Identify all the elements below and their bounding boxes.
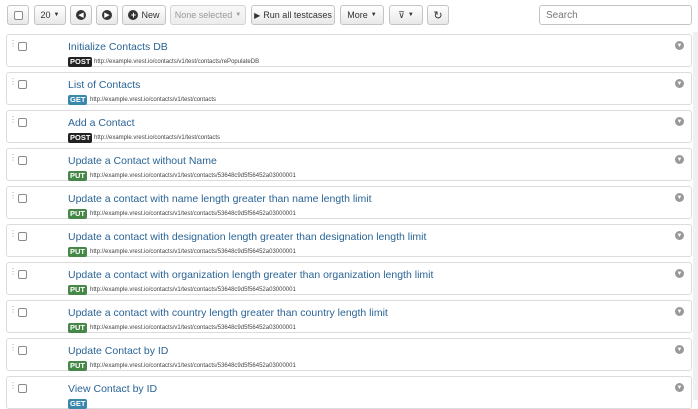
testcase-url: http://example.vrest.io/contacts/v1/test…: [90, 363, 296, 369]
row-checkbox[interactable]: [18, 194, 27, 203]
filter-dropdown[interactable]: ⊽ ▼: [389, 5, 423, 25]
row-checkbox[interactable]: [18, 308, 27, 317]
arrow-down-circle-icon[interactable]: ▼: [675, 193, 684, 202]
checkbox-icon: [13, 10, 23, 20]
selection-dropdown[interactable]: None selected ▼: [170, 5, 246, 25]
method-badge: PUT: [68, 247, 87, 257]
testcase-row[interactable]: ⋮ Update Contact by ID PUT http://example.v…: [6, 338, 692, 371]
drag-handle-icon[interactable]: ⋮: [9, 268, 17, 276]
testcase-url: http://example.vrest.io/contacts/v1/test…: [90, 97, 217, 103]
arrow-right-circle-icon: ▶: [102, 10, 112, 20]
caret-down-icon: ▼: [235, 12, 242, 18]
prev-page-button[interactable]: ◀: [70, 5, 92, 25]
row-checkbox[interactable]: [18, 232, 27, 241]
testcase-title[interactable]: Update a contact with name length greate…: [68, 193, 372, 205]
testcase-url: http://example.vrest.io/contacts/v1/test…: [90, 325, 296, 331]
method-badge: PUT: [68, 285, 87, 295]
run-all-label: Run all testcases: [263, 10, 332, 20]
row-checkbox[interactable]: [18, 80, 27, 89]
select-all-checkbox[interactable]: [7, 5, 29, 25]
drag-handle-icon[interactable]: ⋮: [9, 78, 17, 86]
testcase-row[interactable]: ⋮ Initialize Contacts DB POST http://exampl…: [6, 34, 692, 67]
testcase-title[interactable]: Update a contact with country length gre…: [68, 307, 388, 319]
new-button[interactable]: + New: [122, 5, 166, 25]
caret-down-icon: ▼: [370, 12, 377, 18]
method-badge: GET: [68, 399, 88, 409]
testcase-row[interactable]: ⋮ Update a Contact without Name PUT http://…: [6, 148, 692, 181]
method-badge: POST: [68, 133, 93, 143]
arrow-down-circle-icon[interactable]: ▼: [675, 383, 684, 392]
testcase-url: http://example.vrest.io/contacts/v1/test…: [94, 135, 221, 141]
row-checkbox[interactable]: [18, 346, 27, 355]
scrollbar[interactable]: [693, 32, 698, 400]
testcase-row[interactable]: ⋮ Update a contact with designation lengt…: [6, 224, 692, 257]
more-label: More: [347, 10, 368, 20]
drag-handle-icon[interactable]: ⋮: [9, 382, 17, 390]
page-size-dropdown[interactable]: 20 ▼: [34, 5, 66, 25]
method-badge: PUT: [68, 361, 87, 371]
selection-dropdown-label: None selected: [174, 10, 233, 20]
arrow-down-circle-icon[interactable]: ▼: [675, 231, 684, 240]
drag-handle-icon[interactable]: ⋮: [9, 154, 17, 162]
arrow-down-circle-icon[interactable]: ▼: [675, 79, 684, 88]
testcase-row[interactable]: ⋮ Add a Contact POST http://example.vrest.i…: [6, 110, 692, 143]
testcase-title[interactable]: Initialize Contacts DB: [68, 41, 168, 53]
row-checkbox[interactable]: [18, 384, 27, 393]
method-badge: PUT: [68, 171, 87, 181]
testcase-title[interactable]: Update Contact by ID: [68, 345, 168, 357]
testcase-row[interactable]: ⋮ Update a contact with country length gr…: [6, 300, 692, 333]
arrow-down-circle-icon[interactable]: ▼: [675, 41, 684, 50]
testcase-row[interactable]: ⋮ Update a contact with organization leng…: [6, 262, 692, 295]
caret-down-icon: ▼: [53, 12, 60, 18]
arrow-down-circle-icon[interactable]: ▼: [675, 117, 684, 126]
next-page-button[interactable]: ▶: [96, 5, 118, 25]
drag-handle-icon[interactable]: ⋮: [9, 40, 17, 48]
method-badge: PUT: [68, 323, 87, 333]
filter-icon: ⊽: [398, 9, 405, 20]
arrow-down-circle-icon[interactable]: ▼: [675, 345, 684, 354]
drag-handle-icon[interactable]: ⋮: [9, 344, 17, 352]
testcase-title[interactable]: Update a contact with designation length…: [68, 231, 426, 243]
testcase-title[interactable]: Add a Contact: [68, 117, 135, 129]
arrow-down-circle-icon[interactable]: ▼: [675, 307, 684, 316]
drag-handle-icon[interactable]: ⋮: [9, 116, 17, 124]
toolbar: 20 ▼ ◀ ▶ + New None selected ▼ ▶ Run all…: [0, 0, 698, 30]
plus-circle-icon: +: [128, 10, 139, 20]
method-badge: GET: [68, 95, 88, 105]
row-checkbox[interactable]: [18, 156, 27, 165]
testcase-title[interactable]: List of Contacts: [68, 79, 140, 91]
new-button-label: New: [141, 10, 160, 20]
testcase-url: http://example.vrest.io/contacts/v1/test…: [90, 287, 296, 293]
testcase-row[interactable]: ⋮ Update a contact with name length great…: [6, 186, 692, 219]
testcase-row[interactable]: ⋮ View Contact by ID GET ▼: [6, 376, 692, 409]
drag-handle-icon[interactable]: ⋮: [9, 306, 17, 314]
testcase-url: http://example.vrest.io/contacts/v1/test…: [90, 211, 296, 217]
row-checkbox[interactable]: [18, 42, 27, 51]
testcase-url: http://example.vrest.io/contacts/v1/test…: [90, 249, 296, 255]
caret-down-icon: ▼: [407, 12, 414, 18]
testcase-title[interactable]: Update a Contact without Name: [68, 155, 217, 167]
refresh-icon: ↻: [433, 9, 443, 22]
drag-handle-icon[interactable]: ⋮: [9, 192, 17, 200]
drag-handle-icon[interactable]: ⋮: [9, 230, 17, 238]
testcase-url: http://example.vrest.io/contacts/v1/test…: [90, 173, 296, 179]
arrow-down-circle-icon[interactable]: ▼: [675, 155, 684, 164]
method-badge: POST: [68, 57, 93, 67]
testcase-row[interactable]: ⋮ List of Contacts GET http://example.vrest…: [6, 72, 692, 105]
row-checkbox[interactable]: [18, 118, 27, 127]
more-dropdown[interactable]: More ▼: [340, 5, 384, 25]
testcase-title[interactable]: View Contact by ID: [68, 383, 157, 395]
search-input[interactable]: [539, 5, 692, 25]
arrow-down-circle-icon[interactable]: ▼: [675, 269, 684, 278]
method-badge: PUT: [68, 209, 87, 219]
run-all-button[interactable]: ▶ Run all testcases: [251, 5, 335, 25]
refresh-button[interactable]: ↻: [427, 5, 449, 25]
row-checkbox[interactable]: [18, 270, 27, 279]
play-icon: ▶: [254, 10, 261, 20]
testcase-url: http://example.vrest.io/contacts/v1/test…: [94, 59, 260, 65]
testcase-title[interactable]: Update a contact with organization lengt…: [68, 269, 433, 281]
page-size-value: 20: [40, 10, 51, 20]
arrow-left-circle-icon: ◀: [76, 10, 86, 20]
